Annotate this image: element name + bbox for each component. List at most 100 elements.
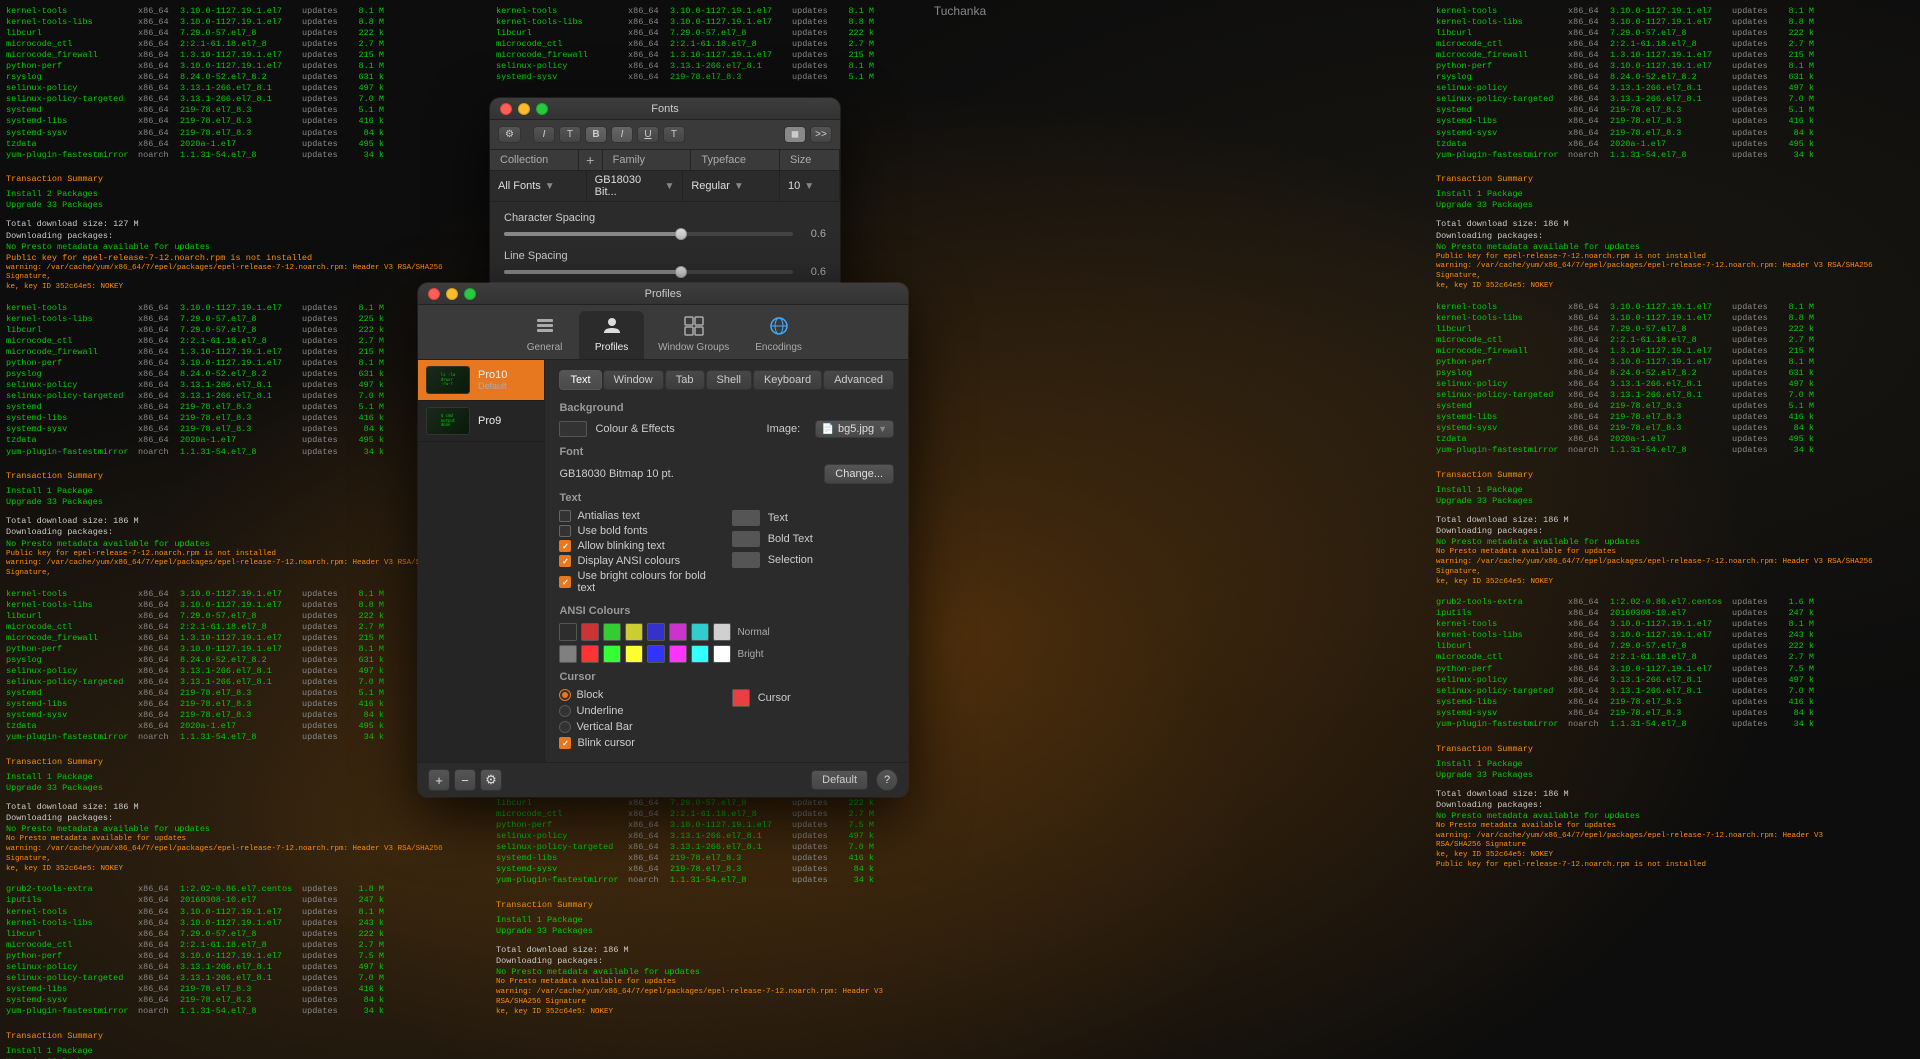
subtab-shell[interactable]: Shell (706, 370, 752, 390)
ansi-checkbox[interactable] (559, 555, 571, 567)
colour-effects-label: Colour & Effects (595, 423, 674, 435)
underline-label: Underline (576, 705, 623, 717)
underline-radio[interactable] (559, 705, 571, 717)
fonts-title: Fonts (651, 103, 679, 115)
tighten-btn[interactable]: T (559, 126, 581, 143)
profiles-content: ls -ladrwxr-rw-r Pro10 Default $ cmdoutp… (418, 360, 908, 762)
text-color-swatch[interactable] (732, 510, 760, 526)
ansi-bright-3[interactable] (625, 645, 643, 663)
ansi-bright-2[interactable] (603, 645, 621, 663)
line-spacing-slider[interactable] (504, 270, 793, 274)
ansi-bright-6[interactable] (691, 645, 709, 663)
profiles-tabs-bar: General Profiles Window Groups (418, 305, 908, 360)
ansi-normal-5[interactable] (669, 623, 687, 641)
help-button[interactable]: ? (876, 769, 898, 791)
color-btn[interactable]: ◼ (784, 126, 806, 143)
background-field-row: Colour & Effects Image: 📄 bg5.jpg ▼ (559, 420, 894, 438)
block-radio[interactable] (559, 689, 571, 701)
blink-cursor-checkbox[interactable] (559, 737, 571, 749)
subtab-tab[interactable]: Tab (665, 370, 705, 390)
settings-button[interactable]: ⚙ (480, 769, 502, 791)
cursor-color-col: Cursor (732, 689, 894, 752)
ansi-normal-6[interactable] (691, 623, 709, 641)
profiles-minimize-button[interactable] (446, 288, 458, 300)
bold-fonts-checkbox[interactable] (559, 525, 571, 537)
background-color-swatch[interactable] (559, 421, 587, 437)
image-select[interactable]: 📄 bg5.jpg ▼ (815, 420, 894, 438)
ansi-normal-1[interactable] (581, 623, 599, 641)
ansi-bright-1[interactable] (581, 645, 599, 663)
bold-text-color-swatch[interactable] (732, 531, 760, 547)
more-btn[interactable]: >> (810, 126, 832, 143)
profiles-maximize-button[interactable] (464, 288, 476, 300)
background-section-label: Background (559, 402, 894, 414)
profile-thumb-pro10: ls -ladrwxr-rw-r (426, 366, 470, 394)
tab-encodings[interactable]: Encodings (743, 311, 814, 359)
char-spacing-slider[interactable] (504, 232, 793, 236)
cursor-color-label: Cursor (758, 692, 798, 704)
ansi-normal-4[interactable] (647, 623, 665, 641)
profiles-sidebar: ls -ladrwxr-rw-r Pro10 Default $ cmdoutp… (418, 360, 545, 762)
change-font-button[interactable]: Change... (824, 464, 894, 484)
selection-color-swatch[interactable] (732, 552, 760, 568)
close-button[interactable] (500, 103, 512, 115)
normal-ansi-row: Normal (559, 623, 894, 641)
subtab-advanced[interactable]: Advanced (823, 370, 894, 390)
bold-fonts-label: Use bold fonts (577, 525, 647, 537)
italic2-btn[interactable]: I (611, 126, 633, 143)
antialias-checkbox[interactable] (559, 510, 571, 522)
ansi-normal-2[interactable] (603, 623, 621, 641)
ansi-bright-4[interactable] (647, 645, 665, 663)
bright-bold-checkbox[interactable] (559, 576, 571, 588)
tab-window-groups-label: Window Groups (658, 342, 729, 353)
remove-profile-button[interactable]: − (454, 769, 476, 791)
profile-item-pro10[interactable]: ls -ladrwxr-rw-r Pro10 Default (418, 360, 544, 401)
ansi-bright-0[interactable] (559, 645, 577, 663)
minimize-button[interactable] (518, 103, 530, 115)
typeface-select[interactable]: Regular ▼ (683, 171, 780, 201)
italic-btn[interactable]: I (533, 126, 555, 143)
all-fonts-select[interactable]: All Fonts ▼ (490, 171, 587, 201)
tab-encodings-label: Encodings (755, 342, 802, 353)
ansi-normal-7[interactable] (713, 623, 731, 641)
vbar-radio[interactable] (559, 721, 571, 733)
subtab-window[interactable]: Window (603, 370, 664, 390)
underline-btn[interactable]: U (637, 126, 659, 143)
blinking-label: Allow blinking text (577, 540, 664, 552)
char-spacing-value: 0.6 (801, 228, 826, 240)
ansi-section-label: ANSI Colours (559, 605, 894, 617)
underline-option[interactable]: Underline (559, 705, 721, 717)
bold-btn[interactable]: B (585, 126, 607, 143)
tab-window-groups[interactable]: Window Groups (646, 311, 741, 359)
add-profile-button[interactable]: + (428, 769, 450, 791)
text-options: Antialias text Use bold fonts Allow blin… (559, 510, 894, 597)
profiles-footer: + − ⚙ Default ? (418, 762, 908, 797)
profiles-title: Profiles (645, 288, 682, 300)
terminal-left: kernel-toolsx86_643.10.0-1127.19.1.el7up… (0, 0, 490, 1059)
vbar-option[interactable]: Vertical Bar (559, 721, 721, 733)
text-btn[interactable]: T (663, 126, 685, 143)
subtab-keyboard[interactable]: Keyboard (753, 370, 822, 390)
cursor-color-swatch[interactable] (732, 689, 750, 707)
block-option[interactable]: Block (559, 689, 721, 701)
profile-name-pro9: Pro9 (478, 415, 501, 427)
ansi-bright-5[interactable] (669, 645, 687, 663)
antialias-row: Antialias text (559, 510, 721, 522)
maximize-button[interactable] (536, 103, 548, 115)
blinking-checkbox[interactable] (559, 540, 571, 552)
subtab-text[interactable]: Text (559, 370, 601, 390)
profile-item-pro9[interactable]: $ cmdoutputdone Pro9 (418, 401, 544, 442)
add-collection-btn[interactable]: + (586, 152, 594, 168)
window-groups-icon (683, 315, 705, 340)
text-color-label: Text (768, 512, 808, 524)
ansi-normal-0[interactable] (559, 623, 577, 641)
size-select[interactable]: 10 ▼ (780, 171, 840, 201)
ansi-bright-7[interactable] (713, 645, 731, 663)
family-select[interactable]: GB18030 Bit... ▼ (587, 171, 684, 201)
default-button[interactable]: Default (811, 770, 868, 790)
ansi-normal-3[interactable] (625, 623, 643, 641)
profiles-close-button[interactable] (428, 288, 440, 300)
gear-btn[interactable]: ⚙ (498, 126, 521, 143)
tab-general[interactable]: General (512, 311, 577, 359)
tab-profiles[interactable]: Profiles (579, 311, 644, 359)
